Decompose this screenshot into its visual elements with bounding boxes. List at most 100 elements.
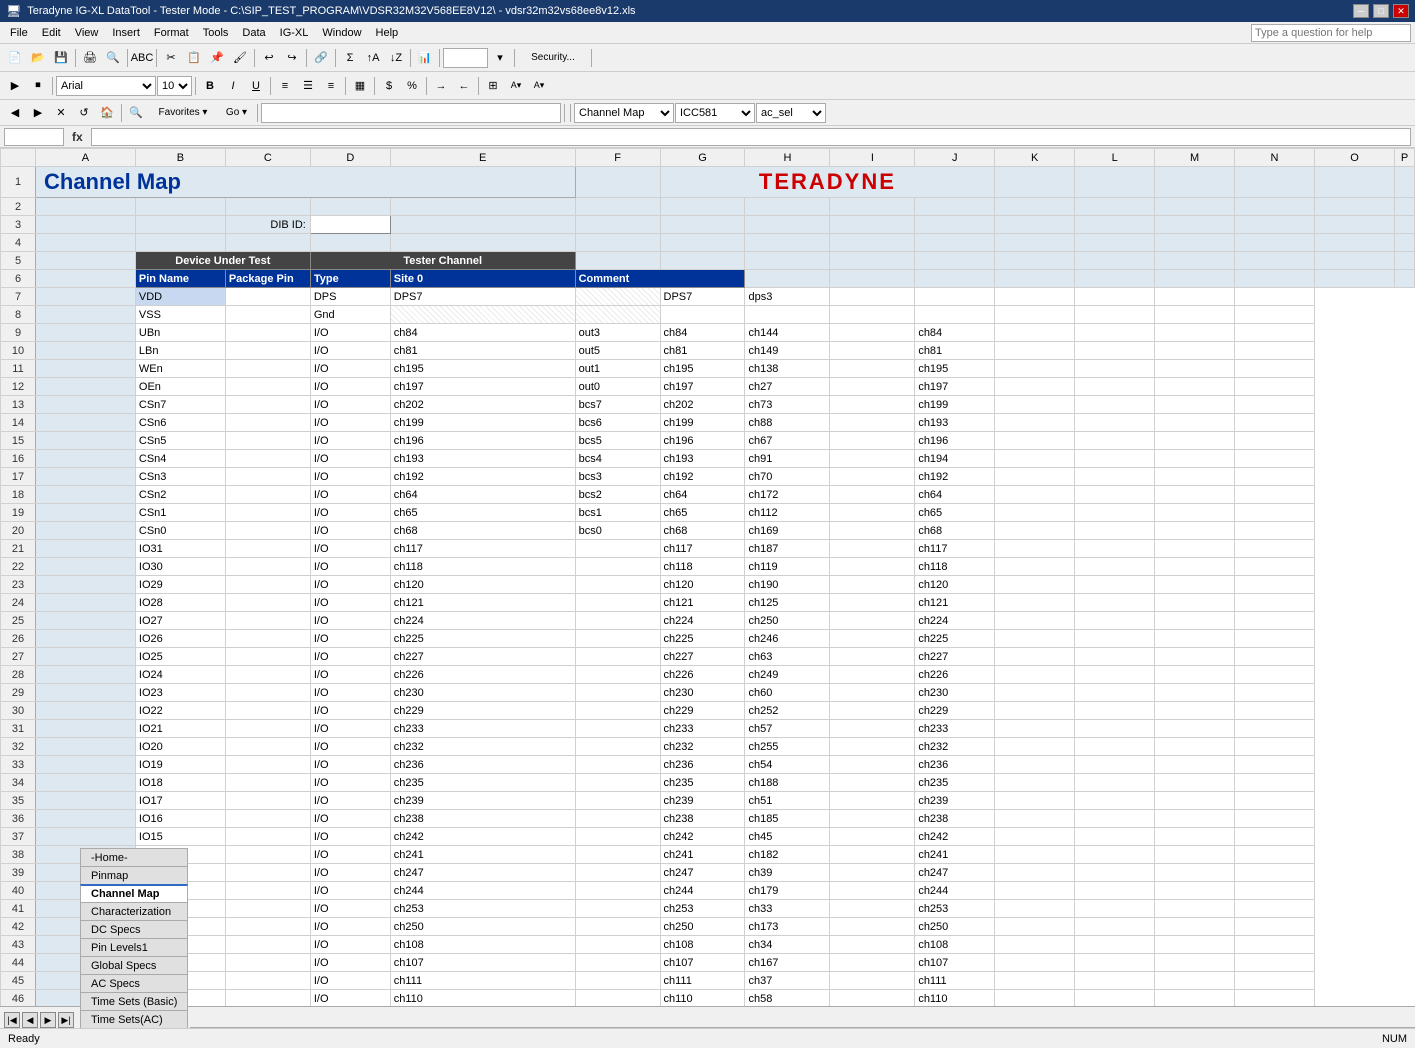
pin-name-cell[interactable]: UBn — [135, 324, 225, 342]
pin-name-cell[interactable]: IO29 — [135, 576, 225, 594]
pin-name-cell[interactable]: IO18 — [135, 774, 225, 792]
col-header-I[interactable]: I — [830, 149, 915, 167]
merge-button[interactable]: ▦ — [349, 75, 371, 97]
pin-name-cell[interactable]: CSn7 — [135, 396, 225, 414]
sheet-title-cell[interactable]: Channel Map — [36, 167, 576, 198]
menu-format[interactable]: Format — [148, 25, 195, 41]
tab-last-button[interactable]: ▶| — [58, 1012, 74, 1028]
col-header-E[interactable]: E — [390, 149, 575, 167]
pin-name-cell[interactable]: IO16 — [135, 810, 225, 828]
col-header-C[interactable]: C — [225, 149, 310, 167]
pin-name-cell[interactable]: VSS — [135, 306, 225, 324]
sheet-tab--home-[interactable]: -Home- — [80, 848, 188, 866]
increase-indent-button[interactable]: → — [430, 75, 452, 97]
new-button[interactable]: 📄 — [4, 47, 26, 69]
sheet-tab-channel-map[interactable]: Channel Map — [80, 884, 188, 902]
search-button[interactable]: 🔍 — [125, 102, 147, 124]
grid-wrapper[interactable]: A B C D E F G H I J K L M N O P — [0, 148, 1415, 1006]
menu-data[interactable]: Data — [236, 25, 271, 41]
pin-name-cell[interactable]: OEn — [135, 378, 225, 396]
pin-name-cell[interactable]: IO19 — [135, 756, 225, 774]
col-header-J[interactable]: J — [915, 149, 995, 167]
stop-nav-button[interactable]: ✕ — [50, 102, 72, 124]
autosum-button[interactable]: Σ — [339, 47, 361, 69]
save-button[interactable]: 💾 — [50, 47, 72, 69]
pin-name-cell[interactable]: CSn1 — [135, 504, 225, 522]
italic-button[interactable]: I — [222, 75, 244, 97]
col-header-K[interactable]: K — [995, 149, 1075, 167]
sheet-tab-time-sets(ac)[interactable]: Time Sets(AC) — [80, 1010, 188, 1028]
align-center-button[interactable]: ☰ — [297, 75, 319, 97]
tab-prev-button[interactable]: ◀ — [22, 1012, 38, 1028]
align-left-button[interactable]: ≡ — [274, 75, 296, 97]
refresh-button[interactable]: ↺ — [73, 102, 95, 124]
dib-input-cell[interactable] — [310, 216, 390, 234]
cell-reference-input[interactable]: B7 — [4, 128, 64, 146]
pin-name-cell[interactable]: IO25 — [135, 648, 225, 666]
minimize-button[interactable]: ─ — [1353, 4, 1369, 18]
tab-first-button[interactable]: |◀ — [4, 1012, 20, 1028]
menu-view[interactable]: View — [69, 25, 105, 41]
stop-button[interactable]: ⏹ — [27, 75, 49, 97]
format-painter-button[interactable]: 🖌 — [229, 47, 251, 69]
copy-button[interactable]: 📋 — [183, 47, 205, 69]
percent-button[interactable]: % — [401, 75, 423, 97]
col-header-G[interactable]: G — [660, 149, 745, 167]
menu-igxl[interactable]: IG-XL — [274, 25, 315, 41]
pin-name-cell[interactable]: IO26 — [135, 630, 225, 648]
borders-button[interactable]: ⊞ — [482, 75, 504, 97]
redo-button[interactable]: ↪ — [281, 47, 303, 69]
sort-asc-button[interactable]: ↑A — [362, 47, 384, 69]
print-button[interactable]: 🖨 — [79, 47, 101, 69]
pin-name-cell[interactable]: IO27 — [135, 612, 225, 630]
favorites-dropdown[interactable]: Favorites ▾ — [148, 102, 218, 124]
home-button[interactable]: 🏠 — [96, 102, 118, 124]
bold-button[interactable]: B — [199, 75, 221, 97]
pin-name-cell[interactable]: IO24 — [135, 666, 225, 684]
sheet-tab-ac-specs[interactable]: AC Specs — [80, 974, 188, 992]
print-preview-button[interactable]: 🔍 — [102, 47, 124, 69]
menu-help[interactable]: Help — [370, 25, 405, 41]
open-button[interactable]: 📂 — [27, 47, 49, 69]
align-right-button[interactable]: ≡ — [320, 75, 342, 97]
pin-name-cell[interactable]: IO28 — [135, 594, 225, 612]
go-dropdown[interactable]: Go ▾ — [219, 102, 254, 124]
channel-map-select[interactable]: Channel Map — [574, 103, 674, 123]
close-button[interactable]: ✕ — [1393, 4, 1409, 18]
pin-name-cell[interactable]: IO23 — [135, 684, 225, 702]
col-header-P[interactable]: P — [1395, 149, 1415, 167]
paste-button[interactable]: 📌 — [206, 47, 228, 69]
col-header-N[interactable]: N — [1235, 149, 1315, 167]
pin-name-cell[interactable]: LBn — [135, 342, 225, 360]
pin-name-cell[interactable]: VDD — [135, 288, 225, 306]
pin-name-cell[interactable]: IO30 — [135, 558, 225, 576]
col-header-L[interactable]: L — [1075, 149, 1155, 167]
pin-name-cell[interactable]: CSn2 — [135, 486, 225, 504]
ac-sel-select[interactable]: ac_sel — [756, 103, 826, 123]
play-button[interactable]: ▶ — [4, 75, 26, 97]
sort-desc-button[interactable]: ↓Z — [385, 47, 407, 69]
pin-name-cell[interactable]: CSn6 — [135, 414, 225, 432]
chart-button[interactable]: 📊 — [414, 47, 436, 69]
zoom-dropdown-button[interactable]: ▾ — [489, 47, 511, 69]
zoom-input[interactable]: 100% — [443, 48, 488, 68]
pin-name-cell[interactable]: CSn4 — [135, 450, 225, 468]
security-button[interactable]: Security... — [518, 47, 588, 69]
col-header-M[interactable]: M — [1155, 149, 1235, 167]
undo-button[interactable]: ↩ — [258, 47, 280, 69]
sheet-tab-time-sets-(basic)[interactable]: Time Sets (Basic) — [80, 992, 188, 1010]
back-button[interactable]: ◀ — [4, 102, 26, 124]
address-input[interactable]: C:\SIP_TEST_PROGRAM\VDSR32M32V568EE8V12\… — [261, 103, 561, 123]
sheet-tab-characterization[interactable]: Characterization — [80, 902, 188, 920]
sheet-tab-global-specs[interactable]: Global Specs — [80, 956, 188, 974]
pin-name-cell[interactable]: IO31 — [135, 540, 225, 558]
pin-name-cell[interactable]: IO21 — [135, 720, 225, 738]
menu-tools[interactable]: Tools — [197, 25, 235, 41]
spell-check-button[interactable]: ABC — [131, 47, 153, 69]
col-header-D[interactable]: D — [310, 149, 390, 167]
menu-window[interactable]: Window — [316, 25, 367, 41]
help-search-input[interactable] — [1251, 24, 1411, 42]
col-header-O[interactable]: O — [1314, 149, 1394, 167]
pin-name-cell[interactable]: CSn5 — [135, 432, 225, 450]
forward-button[interactable]: ▶ — [27, 102, 49, 124]
